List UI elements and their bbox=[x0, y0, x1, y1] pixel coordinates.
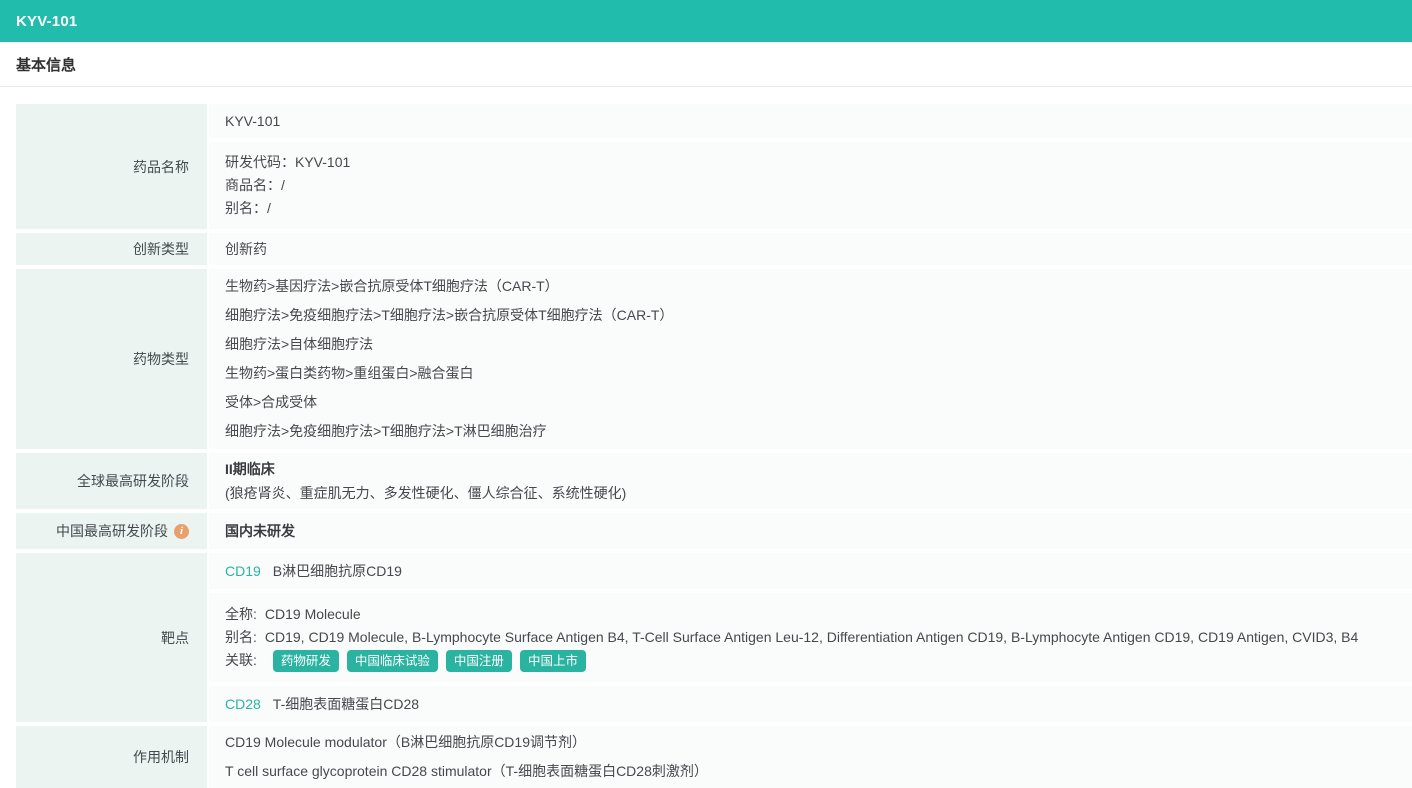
dev-code-value: KYV-101 bbox=[295, 154, 351, 170]
dev-code-line: 研发代码：KYV-101 bbox=[225, 151, 1396, 174]
china-stage-label-cell: 中国最高研发阶段 i bbox=[16, 513, 207, 549]
page-header: KYV-101 bbox=[0, 0, 1412, 42]
innovation-type-label: 创新类型 bbox=[16, 233, 207, 265]
drug-type-item: 细胞疗法>免疫细胞疗法>T细胞疗法>T淋巴细胞治疗 bbox=[225, 423, 547, 439]
mechanism-values: CD19 Molecule modulator（B淋巴细胞抗原CD19调节剂） … bbox=[209, 726, 1412, 788]
trade-name-line: 商品名：/ bbox=[225, 174, 1396, 197]
drug-name-values: KYV-101 研发代码：KYV-101 商品名：/ 别名：/ bbox=[209, 104, 1412, 229]
target-cd19-link[interactable]: CD19 bbox=[225, 563, 261, 579]
relation-button-china-listed[interactable]: 中国上市 bbox=[519, 649, 586, 672]
mechanism-item: T cell surface glycoprotein CD28 stimula… bbox=[225, 763, 708, 779]
global-stage-indications: (狼疮肾炎、重症肌无力、多发性硬化、僵人综合征、系统性硬化) bbox=[225, 485, 627, 501]
target-fullname-value: CD19 Molecule bbox=[264, 606, 361, 622]
relation-button-china-registration[interactable]: 中国注册 bbox=[445, 649, 512, 672]
target-fullname-line: 全称: CD19 Molecule bbox=[225, 603, 1396, 626]
target-alias-line: 别名: CD19, CD19 Molecule, B-Lymphocyte Su… bbox=[225, 626, 1396, 649]
global-stage-label: 全球最高研发阶段 bbox=[16, 453, 207, 509]
alias-value: / bbox=[267, 200, 271, 216]
target-relation-line: 关联: 药物研发 中国临床试验 中国注册 中国上市 bbox=[225, 649, 1396, 672]
drug-name-main: KYV-101 bbox=[209, 104, 1412, 138]
trade-name-value: / bbox=[281, 177, 285, 193]
drug-type-values: 生物药>基因疗法>嵌合抗原受体T细胞疗法（CAR-T） 细胞疗法>免疫细胞疗法>… bbox=[209, 269, 1412, 449]
table-row-target: 靶点 CD19 B淋巴细胞抗原CD19 全称: CD19 Molecule 别名… bbox=[16, 553, 1412, 722]
target-cd19-detail: 全称: CD19 Molecule 别名: CD19, CD19 Molecul… bbox=[209, 593, 1412, 682]
drug-type-item: 生物药>基因疗法>嵌合抗原受体T细胞疗法（CAR-T） bbox=[225, 278, 559, 294]
table-row-china-stage: 中国最高研发阶段 i 国内未研发 bbox=[16, 513, 1412, 549]
mechanism-label: 作用机制 bbox=[16, 726, 207, 788]
table-row-drug-type: 药物类型 生物药>基因疗法>嵌合抗原受体T细胞疗法（CAR-T） 细胞疗法>免疫… bbox=[16, 269, 1412, 449]
table-row-drug-name: 药品名称 KYV-101 研发代码：KYV-101 商品名：/ 别名：/ bbox=[16, 104, 1412, 229]
page-title: KYV-101 bbox=[16, 12, 78, 30]
target-cd28-link[interactable]: CD28 bbox=[225, 696, 261, 712]
target-cd28-row: CD28 T-细胞表面糖蛋白CD28 bbox=[209, 686, 1412, 722]
relation-button-drug-rd[interactable]: 药物研发 bbox=[272, 649, 339, 672]
mechanism-item: CD19 Molecule modulator（B淋巴细胞抗原CD19调节剂） bbox=[225, 734, 586, 750]
section-title: 基本信息 bbox=[16, 56, 77, 74]
drug-type-label: 药物类型 bbox=[16, 269, 207, 449]
trade-name-label: 商品名： bbox=[225, 177, 281, 193]
drug-name-label: 药品名称 bbox=[16, 104, 207, 229]
global-stage-value: II期临床 (狼疮肾炎、重症肌无力、多发性硬化、僵人综合征、系统性硬化) bbox=[209, 453, 1412, 509]
alias-label: 别名： bbox=[225, 200, 267, 216]
drug-type-item: 细胞疗法>自体细胞疗法 bbox=[225, 336, 374, 352]
global-stage-phase: II期临床 bbox=[225, 461, 275, 477]
target-cd19-row: CD19 B淋巴细胞抗原CD19 bbox=[209, 553, 1412, 589]
table-row-global-stage: 全球最高研发阶段 II期临床 (狼疮肾炎、重症肌无力、多发性硬化、僵人综合征、系… bbox=[16, 453, 1412, 509]
target-fullname-label: 全称: bbox=[225, 606, 257, 622]
china-stage-value-block: 国内未研发 bbox=[209, 513, 1412, 549]
target-alias-value: CD19, CD19 Molecule, B-Lymphocyte Surfac… bbox=[264, 629, 1359, 645]
target-label: 靶点 bbox=[16, 553, 207, 722]
target-alias-label: 别名: bbox=[225, 629, 257, 645]
relation-button-china-clinical-trial[interactable]: 中国临床试验 bbox=[346, 649, 438, 672]
table-row-mechanism: 作用机制 CD19 Molecule modulator（B淋巴细胞抗原CD19… bbox=[16, 726, 1412, 788]
drug-type-item: 细胞疗法>免疫细胞疗法>T细胞疗法>嵌合抗原受体T细胞疗法（CAR-T） bbox=[225, 307, 674, 323]
info-icon[interactable]: i bbox=[174, 523, 189, 539]
alias-line: 别名：/ bbox=[225, 197, 1396, 220]
target-relation-label: 关联: bbox=[225, 652, 257, 668]
drug-type-item: 受体>合成受体 bbox=[225, 394, 318, 410]
target-cd28-desc: T-细胞表面糖蛋白CD28 bbox=[272, 696, 420, 712]
china-stage-label: 中国最高研发阶段 bbox=[56, 523, 168, 539]
innovation-type-value: 创新药 bbox=[209, 233, 1412, 265]
basic-info-section-header: 基本信息 bbox=[0, 42, 1412, 87]
basic-info-table: 药品名称 KYV-101 研发代码：KYV-101 商品名：/ 别名：/ 创新类… bbox=[16, 104, 1412, 788]
drug-type-item: 生物药>蛋白类药物>重组蛋白>融合蛋白 bbox=[225, 365, 474, 381]
table-row-innovation-type: 创新类型 创新药 bbox=[16, 233, 1412, 265]
target-cd19-desc: B淋巴细胞抗原CD19 bbox=[272, 563, 402, 579]
dev-code-label: 研发代码： bbox=[225, 154, 295, 170]
drug-name-detail: 研发代码：KYV-101 商品名：/ 别名：/ bbox=[209, 142, 1412, 229]
drug-name-value: KYV-101 bbox=[225, 113, 281, 129]
china-stage-value: 国内未研发 bbox=[225, 523, 295, 539]
